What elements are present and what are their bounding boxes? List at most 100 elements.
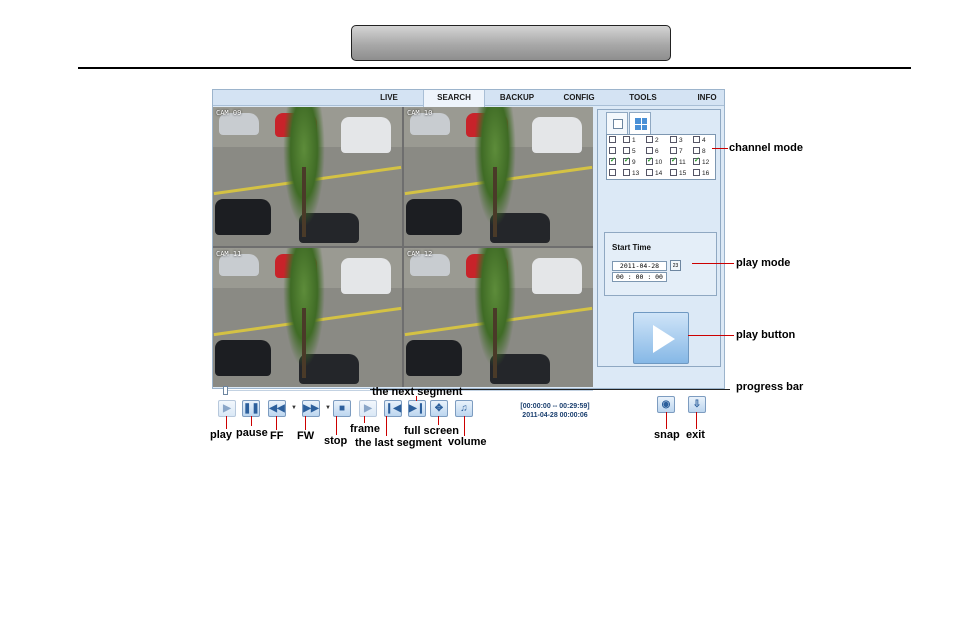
- channel-checkbox[interactable]: 12: [693, 156, 709, 167]
- playback-time-info: [00:00:00 -- 00:29:59] 2011-04-28 00:00:…: [500, 402, 610, 420]
- ff-callout: FF: [270, 430, 284, 442]
- row-select-checkbox[interactable]: [609, 147, 618, 156]
- channel-row: 1 2 3 4: [607, 135, 715, 146]
- single-channel-tab[interactable]: [606, 112, 628, 134]
- camera-icon: ◉: [661, 399, 671, 410]
- playback-range: [00:00:00 -- 00:29:59]: [520, 403, 590, 410]
- channel-checkbox[interactable]: 7: [670, 147, 683, 156]
- leader-line: [688, 335, 734, 336]
- progress-bar-callout: progress bar: [736, 381, 804, 393]
- camera-view[interactable]: CAM 12: [404, 248, 593, 387]
- stop-callout: stop: [324, 435, 348, 447]
- leader-line: [251, 416, 252, 426]
- play-callout: play: [210, 429, 233, 441]
- video-grid[interactable]: CAM 09 CAM 10 CAM 11 CAM 12: [213, 107, 593, 387]
- search-side-panel: 1 2 3 4 5 6 7 8 9 10 11 12: [597, 109, 721, 367]
- camera-label: CAM 12: [407, 250, 433, 258]
- divider-line: [78, 67, 911, 69]
- full-screen-button[interactable]: ✥: [430, 400, 448, 417]
- camera-view[interactable]: CAM 10: [404, 107, 593, 246]
- channel-checkbox[interactable]: 5: [623, 147, 636, 156]
- next-segment-icon: ▶❙: [409, 403, 426, 414]
- channel-checkbox[interactable]: 14: [646, 169, 662, 178]
- volume-icon: ♫: [460, 403, 468, 414]
- channel-checkbox[interactable]: 10: [646, 156, 662, 167]
- snap-callout: snap: [654, 429, 680, 441]
- leader-line: [305, 416, 306, 430]
- play-control-button[interactable]: ▶: [218, 400, 236, 417]
- leader-line: [336, 416, 337, 435]
- leader-line: [712, 148, 728, 149]
- pause-callout: pause: [236, 427, 268, 439]
- leader-line: [696, 412, 697, 429]
- play-mode-callout: play mode: [736, 257, 791, 269]
- fw-button[interactable]: ▶▶: [302, 400, 320, 417]
- calendar-icon[interactable]: 23: [670, 260, 681, 271]
- row-select-checkbox[interactable]: [609, 169, 618, 178]
- camera-label: CAM 11: [216, 250, 242, 258]
- camera-view[interactable]: CAM 09: [213, 107, 402, 246]
- channel-checkbox[interactable]: 11: [670, 156, 686, 167]
- fw-speed-dropdown[interactable]: ▼: [325, 405, 331, 411]
- exit-callout: exit: [686, 429, 705, 441]
- start-time-field[interactable]: 00 : 00 : 00: [612, 272, 667, 282]
- row-select-checkbox[interactable]: [609, 136, 618, 145]
- fullscreen-icon: ✥: [434, 403, 444, 414]
- exit-icon: ⇩: [692, 399, 702, 410]
- next-segment-callout: the next segment: [372, 386, 463, 398]
- last-segment-button[interactable]: ❙◀: [384, 400, 402, 417]
- frame-button[interactable]: ▶: [359, 400, 377, 417]
- leader-line: [386, 416, 387, 436]
- tab-tools[interactable]: TOOLS: [623, 90, 663, 106]
- channel-checkbox[interactable]: 13: [623, 169, 639, 178]
- row-select-checkbox[interactable]: [609, 156, 618, 167]
- start-time-title: Start Time: [612, 243, 651, 252]
- frame-callout: frame: [350, 423, 380, 435]
- snap-button[interactable]: ◉: [657, 396, 675, 413]
- channel-checkbox[interactable]: 6: [646, 147, 659, 156]
- exit-button[interactable]: ⇩: [688, 396, 706, 413]
- channel-checkbox[interactable]: 1: [623, 136, 636, 145]
- ff-speed-dropdown[interactable]: ▼: [291, 405, 297, 411]
- play-button[interactable]: [633, 312, 689, 364]
- tab-info[interactable]: INFO: [689, 90, 725, 106]
- pause-button[interactable]: ❚❚: [242, 400, 260, 417]
- camera-label: CAM 10: [407, 109, 433, 117]
- camera-view[interactable]: CAM 11: [213, 248, 402, 387]
- progress-bar-handle[interactable]: [223, 386, 228, 395]
- channel-row: 13 14 15 16: [607, 168, 715, 179]
- channel-checkbox[interactable]: 15: [670, 169, 686, 178]
- stop-button[interactable]: ■: [333, 400, 351, 417]
- pause-icon: ❚❚: [243, 403, 260, 414]
- volume-button[interactable]: ♫: [455, 400, 473, 417]
- channel-checkbox[interactable]: 2: [646, 136, 659, 145]
- tab-config[interactable]: CONFIG: [559, 90, 599, 106]
- quad-view-icon: [635, 118, 647, 130]
- leader-line: [364, 416, 365, 423]
- leader-line: [464, 416, 465, 436]
- playback-current-time: 2011-04-28 00:00:06: [522, 412, 588, 419]
- tab-backup[interactable]: BACKUP: [495, 90, 539, 106]
- start-date-field[interactable]: 2011-04-28: [612, 261, 667, 271]
- next-segment-button[interactable]: ▶❙: [408, 400, 426, 417]
- channel-checkbox[interactable]: 4: [693, 136, 706, 145]
- channel-checkbox[interactable]: 8: [693, 147, 706, 156]
- channel-checkbox[interactable]: 9: [623, 156, 636, 167]
- leader-line: [276, 416, 277, 430]
- previous-segment-icon: ❙◀: [385, 403, 402, 414]
- stop-icon: ■: [338, 403, 346, 414]
- ff-button[interactable]: ◀◀: [268, 400, 286, 417]
- play-mode-box: Start Time 2011-04-28 23 00 : 00 : 00: [604, 232, 717, 296]
- multi-channel-tab[interactable]: [629, 112, 651, 134]
- camera-label: CAM 09: [216, 109, 242, 117]
- fw-callout: FW: [297, 430, 315, 442]
- channel-mode-callout: channel mode: [729, 142, 803, 154]
- play-icon: [653, 325, 675, 353]
- single-view-icon: [613, 119, 623, 129]
- channel-checkbox[interactable]: 16: [693, 169, 709, 178]
- play-button-callout: play button: [736, 329, 796, 341]
- tab-search[interactable]: SEARCH: [423, 90, 485, 107]
- tab-live[interactable]: LIVE: [373, 90, 405, 106]
- channel-row: 9 10 11 12: [607, 156, 715, 168]
- channel-checkbox[interactable]: 3: [670, 136, 683, 145]
